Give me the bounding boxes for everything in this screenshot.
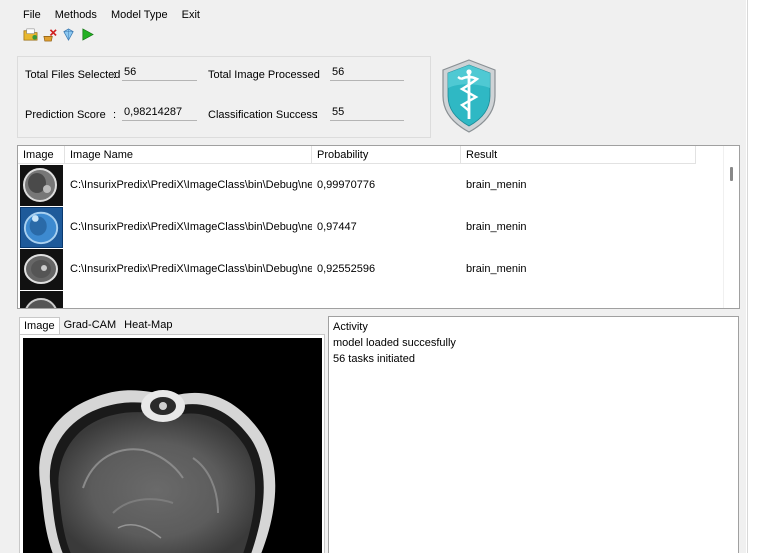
table-row[interactable]	[18, 290, 724, 308]
prediction-label: Prediction Score	[25, 109, 106, 121]
results-grid[interactable]: Image Image Name Probability Result C:\I…	[17, 145, 740, 309]
model-icon[interactable]	[60, 26, 76, 42]
menu-methods[interactable]: Methods	[48, 6, 104, 24]
activity-line: model loaded succesfully	[333, 337, 456, 349]
activity-log[interactable]: Activity model loaded succesfully 56 tas…	[328, 316, 739, 553]
total-processed-value: 56	[330, 65, 404, 81]
result-cell: brain_menin	[466, 179, 527, 191]
probability-cell: 0,92552596	[317, 263, 376, 275]
toolbar	[22, 25, 95, 43]
image-name-cell: C:\InsurixPredix\PrediX\ImageClass\bin\D…	[70, 179, 312, 191]
table-row[interactable]: C:\InsurixPredix\PrediX\ImageClass\bin\D…	[18, 206, 724, 249]
stats-panel: Total Files Selected : 56 Total Image Pr…	[17, 56, 431, 138]
column-image[interactable]: Image	[18, 146, 65, 164]
scan-thumbnail	[20, 291, 63, 308]
probability-cell: 0,99970776	[317, 179, 376, 191]
image-name-cell: C:\InsurixPredix\PrediX\ImageClass\bin\D…	[70, 263, 312, 275]
grid-scrollbar[interactable]	[723, 146, 739, 308]
total-processed-label: Total Image Processed	[208, 69, 320, 81]
open-folder-icon[interactable]	[22, 26, 38, 42]
column-probability[interactable]: Probability	[312, 146, 461, 164]
table-row[interactable]: C:\InsurixPredix\PrediX\ImageClass\bin\D…	[18, 248, 724, 291]
result-cell: brain_menin	[466, 221, 527, 233]
medical-shield-icon	[440, 58, 498, 134]
tab-grad-cam[interactable]: Grad-CAM	[60, 317, 121, 334]
scrollbar-thumb[interactable]	[730, 167, 733, 181]
probability-cell: 0,97447	[317, 221, 357, 233]
scan-thumbnail	[20, 249, 63, 290]
classification-colon: :	[315, 109, 319, 121]
table-row[interactable]: C:\InsurixPredix\PrediX\ImageClass\bin\D…	[18, 164, 724, 207]
window-edge	[746, 0, 768, 553]
prediction-value: 0,98214287	[122, 105, 197, 121]
menu-file[interactable]: File	[16, 6, 48, 24]
activity-title: Activity	[333, 321, 368, 333]
classification-value: 55	[330, 105, 404, 121]
image-name-cell: C:\InsurixPredix\PrediX\ImageClass\bin\D…	[70, 221, 312, 233]
menu-model-type[interactable]: Model Type	[104, 6, 175, 24]
tab-panel-image	[19, 334, 325, 553]
column-image-name[interactable]: Image Name	[65, 146, 312, 164]
tab-image[interactable]: Image	[19, 317, 60, 334]
scan-thumbnail	[20, 207, 63, 248]
view-tabs: Image Grad-CAM Heat-Map	[19, 317, 176, 334]
window-edge-line	[747, 0, 748, 553]
scan-thumbnail	[20, 165, 63, 206]
tab-heat-map[interactable]: Heat-Map	[120, 317, 176, 334]
menu-exit[interactable]: Exit	[175, 6, 207, 24]
run-icon[interactable]	[79, 26, 95, 42]
column-result[interactable]: Result	[461, 146, 696, 164]
classification-label: Classification Success	[208, 109, 318, 121]
total-files-colon: :	[113, 69, 117, 81]
menu-bar: File Methods Model Type Exit	[16, 6, 207, 24]
clear-icon[interactable]	[41, 26, 57, 42]
total-processed-colon: :	[315, 69, 319, 81]
grid-header: Image Image Name Probability Result	[18, 146, 696, 164]
activity-line: 56 tasks initiated	[333, 353, 415, 365]
mri-scan-image	[23, 338, 322, 553]
result-cell: brain_menin	[466, 263, 527, 275]
total-files-label: Total Files Selected	[25, 69, 121, 81]
prediction-colon: :	[113, 109, 117, 121]
total-files-value: 56	[122, 65, 197, 81]
